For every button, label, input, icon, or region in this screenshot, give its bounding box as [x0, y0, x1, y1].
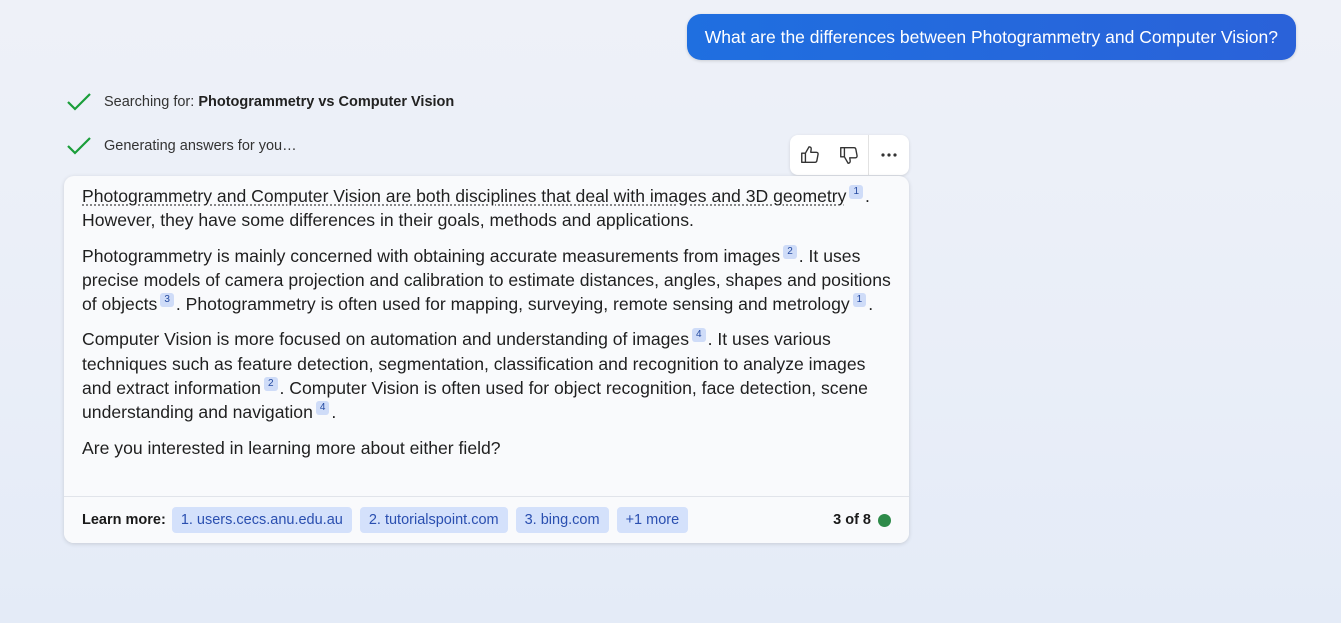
thumbs-down-icon — [839, 146, 858, 164]
more-sources-button[interactable]: +1 more — [616, 507, 689, 533]
answer-text: Computer Vision is more focused on autom… — [82, 329, 690, 350]
like-button[interactable] — [790, 135, 829, 175]
citation-badge[interactable]: 4 — [315, 401, 330, 416]
answer-paragraph-2: Photogrammetry is mainly concerned with … — [82, 244, 891, 317]
more-options-button[interactable] — [869, 135, 908, 175]
citation-badge[interactable]: 2 — [783, 244, 797, 259]
feedback-toolbar — [790, 135, 909, 175]
search-status-prefix: Searching for: — [104, 94, 199, 110]
generating-status: Generating answers for you… — [66, 135, 297, 157]
search-status: Searching for: Photogrammetry vs Compute… — [66, 91, 454, 113]
learn-more-bar: Learn more: 1. users.cecs.anu.edu.au 2. … — [64, 496, 909, 543]
status-dot-icon — [878, 513, 891, 527]
source-link-3[interactable]: 3. bing.com — [515, 507, 609, 533]
source-link-2[interactable]: 2. tutorialspoint.com — [359, 507, 508, 533]
answer-text: . — [331, 402, 337, 423]
response-counter-text: 3 of 8 — [833, 512, 871, 528]
citation-badge[interactable]: 1 — [849, 185, 863, 199]
answer-text: . — [868, 294, 874, 315]
answer-text: . Photogrammetry is often used for mappi… — [175, 294, 850, 315]
answer-text: Photogrammetry is mainly concerned with … — [82, 245, 781, 266]
citation-badge[interactable]: 4 — [692, 328, 706, 343]
user-message-text: What are the differences between Photogr… — [704, 26, 1278, 47]
more-options-icon — [880, 153, 897, 157]
answer-card: Photogrammetry and Computer Vision are b… — [64, 176, 909, 543]
check-icon — [67, 93, 91, 111]
thumbs-up-icon — [800, 146, 819, 164]
source-link-1[interactable]: 1. users.cecs.anu.edu.au — [171, 507, 352, 533]
answer-paragraph-4: Are you interested in learning more abou… — [82, 437, 501, 458]
citation-badge[interactable]: 3 — [160, 293, 174, 308]
check-icon — [67, 137, 91, 155]
search-query: Photogrammetry vs Computer Vision — [198, 94, 455, 110]
dislike-button[interactable] — [829, 135, 868, 175]
response-counter: 3 of 8 — [833, 512, 891, 528]
answer-text[interactable]: Photogrammetry and Computer Vision are b… — [82, 186, 846, 206]
answer-paragraph-3: Computer Vision is more focused on autom… — [82, 327, 891, 424]
citation-badge[interactable]: 2 — [263, 377, 278, 392]
citation-badge[interactable]: 1 — [852, 293, 867, 308]
learn-more-label: Learn more: — [82, 512, 166, 528]
user-message-bubble: What are the differences between Photogr… — [686, 14, 1296, 60]
answer-paragraph-1: Photogrammetry and Computer Vision are b… — [82, 184, 891, 233]
answer-body: Photogrammetry and Computer Vision are b… — [64, 176, 909, 460]
generating-status-text: Generating answers for you… — [104, 138, 297, 154]
